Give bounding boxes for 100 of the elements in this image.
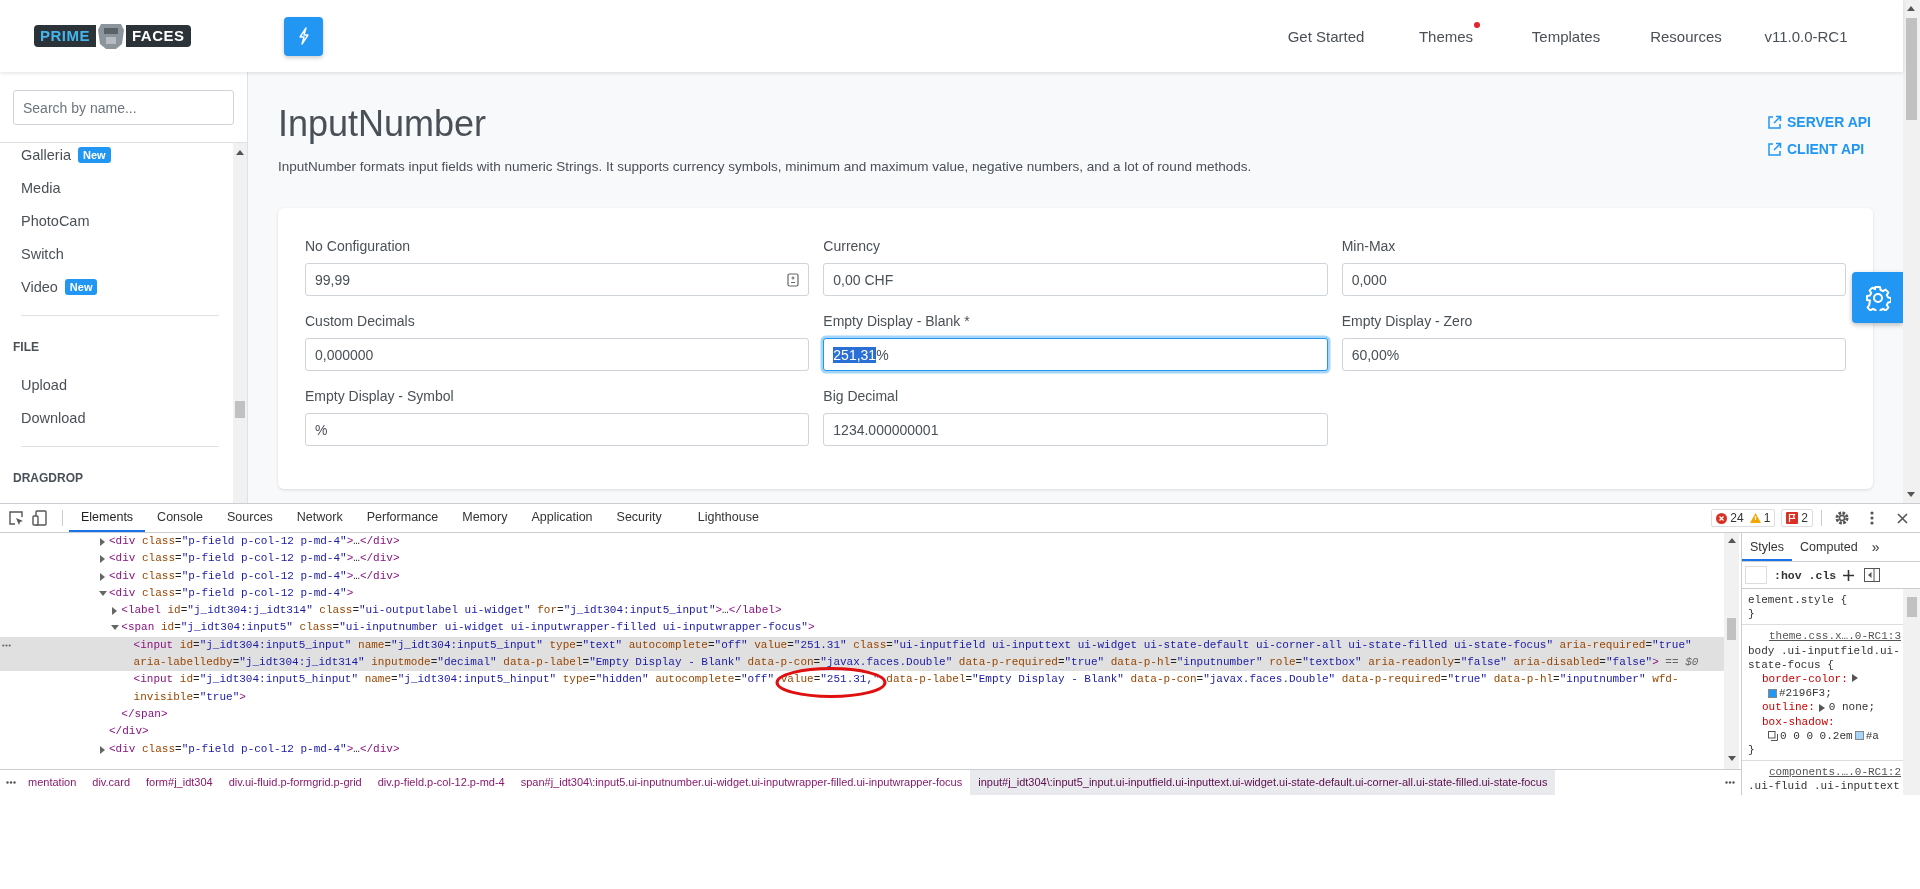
nav-link[interactable]: Templates	[1506, 19, 1626, 53]
scrollbar-thumb[interactable]	[1907, 597, 1917, 617]
nav-link[interactable]: Get Started	[1266, 19, 1386, 53]
dom-node[interactable]: <div class="p-field p-col-12 p-md-4">…</div>	[0, 533, 1724, 551]
filter-toggle[interactable]: :hov	[1774, 568, 1802, 582]
input-field[interactable]: 0,00 CHF	[823, 263, 1328, 296]
dom-node[interactable]: <div class="p-field p-col-12 p-md-4">	[0, 584, 1724, 603]
input-field[interactable]: 60,00%	[1341, 338, 1846, 371]
expand-arrow-icon[interactable]	[1818, 703, 1825, 712]
scrollbar-thumb[interactable]	[1727, 618, 1736, 640]
source-link[interactable]: components.….0-RC1:2	[1748, 765, 1903, 780]
devtools-tab[interactable]: Lighthouse	[685, 504, 771, 532]
styles-tab[interactable]: Styles	[1742, 533, 1793, 561]
field-value: 60,00%	[1351, 346, 1400, 363]
devtools-tab[interactable]: Network	[284, 504, 355, 532]
flag-icon	[1786, 512, 1799, 524]
page-title: InputNumber	[278, 102, 488, 146]
scroll-up-icon	[236, 150, 244, 155]
field-label: No Configuration	[305, 237, 412, 256]
field-value: 0,00 CHF	[833, 271, 894, 288]
breadcrumb[interactable]: form#j_idt304	[138, 770, 221, 795]
field-label: Empty Display - Blank *	[823, 312, 971, 331]
collapsed-arrow-icon	[99, 538, 107, 546]
filter-field[interactable]	[1745, 566, 1767, 584]
settings-button[interactable]	[1852, 272, 1903, 323]
input-field[interactable]: 1234.000000001	[823, 413, 1328, 446]
color-swatch[interactable]	[1854, 731, 1864, 741]
search-field[interactable]: Search by name...	[13, 90, 234, 125]
settings-icon	[1864, 284, 1891, 311]
dom-node[interactable]: <div class="p-field p-col-12 p-md-4">…</div>	[0, 567, 1724, 585]
menu-item[interactable]: Switch	[0, 237, 233, 270]
menu-item[interactable]: Galleria New	[0, 143, 233, 171]
breadcrumb[interactable]: div.card	[84, 770, 138, 795]
more-tabs-button[interactable]: »	[1871, 539, 1880, 555]
expand-arrow-icon[interactable]	[1851, 674, 1858, 682]
css-property: box-shadow:	[1762, 715, 1835, 728]
dom-node[interactable]: <div class="p-field p-col-12 p-md-4">…</div>	[0, 740, 1724, 758]
css-brace: }	[1748, 743, 1756, 758]
breadcrumb[interactable]: input#j_idt304\:input5_input.ui-inputfield.ui-inputtext.ui-widget.ui-state-default.ui-corner-all.ui-state-filled.ui-state-focus	[970, 770, 1556, 795]
scrollbar-thumb[interactable]	[235, 401, 245, 418]
logo-text: FACES	[126, 25, 191, 47]
devtools-tab[interactable]: Memory	[450, 504, 520, 532]
input-field[interactable]: %	[305, 413, 810, 446]
devtools-tab[interactable]: Security	[604, 504, 674, 532]
css-property: outline:	[1762, 700, 1815, 715]
breadcrumb[interactable]: span#j_idt304\:input5.ui-inputnumber.ui-widget.ui-inputwrapper-filled.ui-inputwrapper-focus	[512, 770, 971, 795]
nav-link[interactable]: v11.0.0-RC1	[1746, 19, 1866, 53]
dom-node[interactable]: <input id="j_idt304:input5_input" name="j_idt304:input5_input" type="text" autocomplete="off" value="251.31" class="ui-inputfield ui-inputtext ui-widget ui-state-default ui-corner-all ui-state-filled ui-state-focus" aria-required="true" aria-labelledby="j_idt304:j_idt314" inputmode="decimal" data-p-label="Empty Display - Blank" data-p-con="javax.faces.Double" data-p-required="true" data-p-hl="inputnumber" role="textbox" aria-readonly="false" aria-disabled="false"> == $0	[0, 636, 1724, 672]
issue-counter[interactable]: 2	[1781, 509, 1813, 527]
styles-tab[interactable]: Computed	[1792, 533, 1866, 561]
input-field[interactable]: 0,000	[1341, 263, 1846, 296]
menu-item[interactable]: Download	[0, 401, 233, 434]
color-swatch[interactable]	[1768, 688, 1777, 698]
input-field[interactable]: 99,99	[305, 263, 810, 296]
bolt-button[interactable]	[284, 16, 323, 56]
filter-toggle[interactable]: .cls	[1808, 568, 1837, 582]
dom-node[interactable]: <span id="j_idt304:input5" class="ui-inputnumber ui-widget ui-inputwrapper-filled ui-inputwrapper-focus">	[0, 619, 1724, 637]
nav-link[interactable]: Resources	[1626, 19, 1746, 53]
nav-link[interactable]: Themes	[1386, 19, 1506, 53]
new-badge: New	[77, 146, 111, 163]
devtools-tab[interactable]: Sources	[215, 504, 285, 532]
input-field[interactable]: 0,000000	[305, 338, 810, 371]
warning-icon	[1749, 513, 1761, 523]
robot-head-icon	[96, 21, 126, 51]
kebab-menu-icon	[1870, 511, 1874, 525]
sidebar-toggle-icon[interactable]	[1864, 568, 1881, 582]
source-link[interactable]: theme.css.x….0-RC1:3	[1748, 629, 1903, 644]
devtools-tab[interactable]: Elements	[69, 504, 146, 532]
css-selector: .ui-fluid .ui-inputtext	[1748, 779, 1901, 794]
menu-item[interactable]: PhotoCam	[0, 204, 233, 237]
devtools-tab[interactable]: Performance	[354, 504, 451, 532]
field-value: 0,000	[1351, 271, 1387, 288]
scrollbar-thumb[interactable]	[1906, 18, 1917, 120]
more-icon	[6, 781, 16, 784]
settings-icon	[1834, 510, 1850, 526]
expanded-arrow-icon	[99, 589, 107, 598]
dom-node[interactable]: <label id="j_idt304:j_idt314" class="ui-outputlabel ui-widget" for="j_idt304:input5_input">…</label>	[0, 602, 1724, 620]
devtools-tab[interactable]: Console	[145, 504, 215, 532]
section-title: DRAGDROP	[12, 470, 84, 487]
menu-item[interactable]: Upload	[0, 368, 233, 401]
breadcrumb[interactable]: div.p-field.p-col-12.p-md-4	[369, 770, 513, 795]
dom-node[interactable]: <input id="j_idt304:input5_hinput" name="j_idt304:input5_hinput" type="hidden" autocomplete="off" value="251.31," data-p-label="Empty Display - Blank" data-p-con="javax.faces.Double" data-p-required="true" data-p-hl="inputnumber" wfd- invisible="true">	[0, 671, 1724, 706]
external-link-icon	[1766, 141, 1782, 157]
field-label: Big Decimal	[823, 387, 900, 406]
section-title: FILE	[12, 339, 40, 356]
devtools-tab[interactable]: Application	[519, 504, 605, 532]
breadcrumb[interactable]: mentation	[20, 770, 85, 795]
field-value: 0,000000	[315, 346, 374, 363]
dom-node[interactable]: <div class="p-field p-col-12 p-md-4">…</div>	[0, 550, 1724, 568]
collapsed-arrow-icon	[99, 745, 107, 754]
breadcrumb[interactable]: div.ui-fluid.p-formgrid.p-grid	[220, 770, 370, 795]
plus-icon[interactable]	[1843, 569, 1855, 581]
scroll-up-icon	[1728, 538, 1736, 543]
page-description: InputNumber formats input fields with numeric Strings. It supports currency symbols, minimum and maximum value, negative numbers, and a lot of round methods.	[278, 158, 1252, 176]
error-icon	[1716, 512, 1728, 524]
css-value: 0 none;	[1828, 700, 1876, 715]
shadow-editor-icon[interactable]	[1768, 730, 1778, 741]
menu-item[interactable]: Video New	[0, 270, 233, 303]
menu-item[interactable]: Media	[0, 171, 233, 204]
issue-counter[interactable]: 24 1	[1711, 509, 1776, 527]
